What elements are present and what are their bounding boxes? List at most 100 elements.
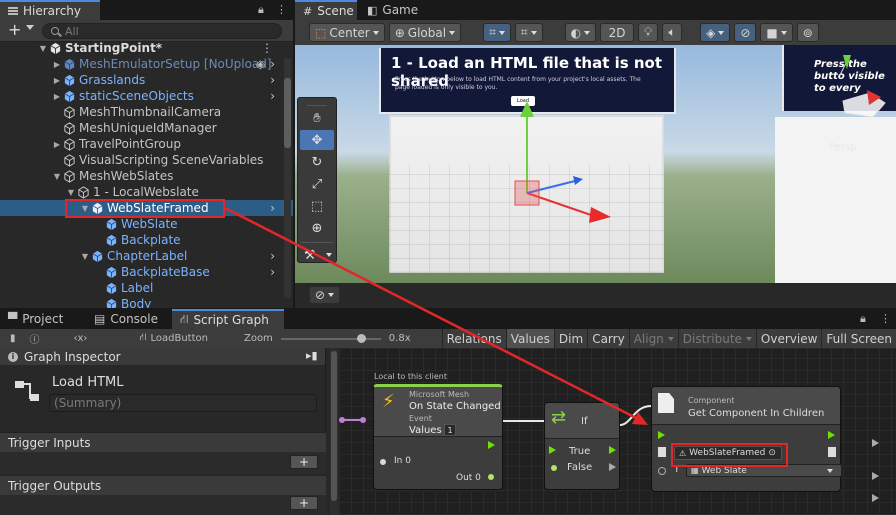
trigger-outputs-section[interactable]: Trigger Outputs [0,475,326,495]
carry-button[interactable]: Carry [587,329,629,348]
expand-arrow-icon[interactable]: ▶ [52,76,62,85]
hierarchy-item-scene-variables[interactable]: VisualScripting SceneVariables [0,152,293,168]
camera-button[interactable]: ■ [760,23,793,42]
tab-scene[interactable]: # Scene [295,0,357,20]
space-dropdown[interactable]: ⊕ Global [388,23,462,42]
scene-menu-icon[interactable]: ⋮ [261,41,273,55]
hierarchy-item-backplate-base[interactable]: BackplateBase › [0,264,293,280]
custom-tools-icon[interactable]: ⚒ [300,245,334,265]
hierarchy-scrollbar[interactable] [284,58,291,298]
hierarchy-item-webslate[interactable]: WebSlate [0,216,293,232]
pivot-dropdown[interactable]: ⬚ Center [309,23,385,42]
visibility-button[interactable]: ⊘ [734,23,757,42]
transform-tool-icon[interactable]: ⊕ [300,218,334,238]
zoom-slider[interactable] [280,333,381,343]
hierarchy-item-grasslands[interactable]: ▶ Grasslands › [0,72,293,88]
result-port-icon[interactable] [828,447,836,457]
open-prefab-icon[interactable]: › [270,265,275,279]
mode-2d-button[interactable]: 2D [600,23,635,42]
hierarchy-item-travel-point-group[interactable]: ▶ TravelPointGroup [0,136,293,152]
open-prefab-icon[interactable]: › [270,73,275,87]
overview-button[interactable]: Overview [755,329,822,348]
summary-input[interactable]: (Summary) [49,394,317,412]
on-state-changed-node[interactable]: ⚡︎ Microsoft Mesh On State Changed Event… [373,384,503,490]
collapse-arrow-icon[interactable]: ▼ [52,172,62,181]
overlay-menu-button[interactable]: ⊘ [309,286,341,304]
type-port[interactable] [658,467,666,475]
more-options-icon[interactable]: ⋮ [880,312,891,325]
relations-button[interactable]: Relations [441,329,506,348]
effects-button[interactable]: ◈ [700,23,731,42]
shading-mode-button[interactable]: ◐ [564,23,597,42]
breadcrumb[interactable]: LoadButton [150,333,208,344]
dim-button[interactable]: Dim [553,329,588,348]
open-prefab-icon[interactable]: › [270,201,275,215]
get-component-node[interactable]: Component Get Component In Children ⚠︎ W… [651,386,842,492]
if-true-port[interactable] [609,446,616,454]
graph-canvas[interactable]: Local to this client ⚡︎ Microsoft Mesh O… [339,349,896,515]
collapse-arrow-icon[interactable]: ▼ [80,252,90,261]
tab-script-graph[interactable]: ⛙ Script Graph [172,309,284,329]
hierarchy-item-thumbnail-camera[interactable]: MeshThumbnailCamera [0,104,293,120]
hierarchy-item-static-scene-objects[interactable]: ▶ staticSceneObjects › [0,88,293,104]
lock-icon[interactable]: 🔒︎ [258,3,264,17]
inspector-toggle-icon[interactable]: ▮ [10,333,16,344]
values-button[interactable]: Values [505,329,554,348]
collapse-arrow-icon[interactable]: ▼ [66,188,76,197]
panel-grip-icon[interactable] [307,100,327,106]
in0-port[interactable] [380,459,386,465]
hierarchy-item-chapter-label[interactable]: ▼ ChapterLabel › [0,248,293,264]
variables-toggle-icon[interactable]: ‹x› [74,333,88,344]
if-condition-port[interactable] [551,465,557,471]
distribute-dropdown[interactable]: Distribute [677,329,756,348]
hierarchy-item-backplate[interactable]: Backplate [0,232,293,248]
hierarchy-item-mesh-webslates[interactable]: ▼ MeshWebSlates [0,168,293,184]
increment-snap-button[interactable]: ⌗ [514,23,543,42]
gizmos-button[interactable]: ⊚ [796,23,819,42]
scale-tool-icon[interactable]: ⤢ [300,174,334,194]
add-trigger-input-button[interactable]: + [290,455,318,469]
if-false-port[interactable] [609,463,616,471]
inspector-scrollbar[interactable] [330,349,338,515]
rect-tool-icon[interactable]: ⬚ [300,196,334,216]
move-tool-icon[interactable]: ✥ [300,130,334,150]
transform-gizmo[interactable] [295,45,896,283]
tab-console[interactable]: ▤ Console [86,309,166,329]
audio-toggle[interactable]: 🔈︎ [662,23,683,42]
expand-arrow-icon[interactable]: ▶ [52,92,62,101]
tab-project[interactable]: ▀ Project [0,309,78,329]
open-prefab-icon[interactable]: › [270,249,275,263]
component-enter-port[interactable] [658,431,665,439]
open-prefab-icon[interactable]: › [270,89,275,103]
align-dropdown[interactable]: Align [628,329,678,348]
expand-arrow-icon[interactable]: ▶ [52,60,62,69]
rotate-tool-icon[interactable]: ↻ [300,152,334,172]
full-screen-button[interactable]: Full Screen [821,329,896,348]
expand-arrow-icon[interactable]: ▶ [52,140,62,149]
add-icon[interactable]: + [8,20,21,39]
hierarchy-item-unique-id-manager[interactable]: MeshUniqueIdManager [0,120,293,136]
hierarchy-item-local-webslate[interactable]: ▼ 1 - LocalWebslate [0,184,293,200]
component-exit-port[interactable] [828,431,835,439]
out0-port[interactable] [488,474,494,480]
lock-icon[interactable]: 🔒︎ [860,312,866,326]
if-enter-port[interactable] [549,446,556,454]
info-toggle-icon[interactable]: ⓘ [30,331,40,346]
more-options-icon[interactable]: ⋮ [276,3,287,16]
hand-tool-icon[interactable]: ✋︎ [300,108,334,128]
trigger-inputs-section[interactable]: Trigger Inputs [0,432,326,452]
values-count-field[interactable]: 1 [444,424,456,436]
open-prefab-icon[interactable]: › [270,57,275,71]
hierarchy-search-input[interactable]: All [42,23,282,39]
pin-icon[interactable]: ▸▮ [306,349,318,362]
zoom-slider-thumb[interactable] [356,333,366,343]
tab-game[interactable]: ◧ Game [359,0,429,20]
scrollbar-thumb[interactable] [331,351,337,501]
expand-arrow-icon[interactable]: ▼ [38,44,48,53]
hierarchy-item-label[interactable]: Label [0,280,293,296]
grid-snap-button[interactable]: ⌗ [483,23,511,42]
add-dropdown-icon[interactable] [26,25,34,30]
hierarchy-item-body[interactable]: Body [0,296,293,308]
add-trigger-output-button[interactable]: + [290,496,318,510]
hierarchy-item-mesh-emulator[interactable]: ▶ MeshEmulatorSetup [NoUpload] ◈ › [0,56,293,72]
